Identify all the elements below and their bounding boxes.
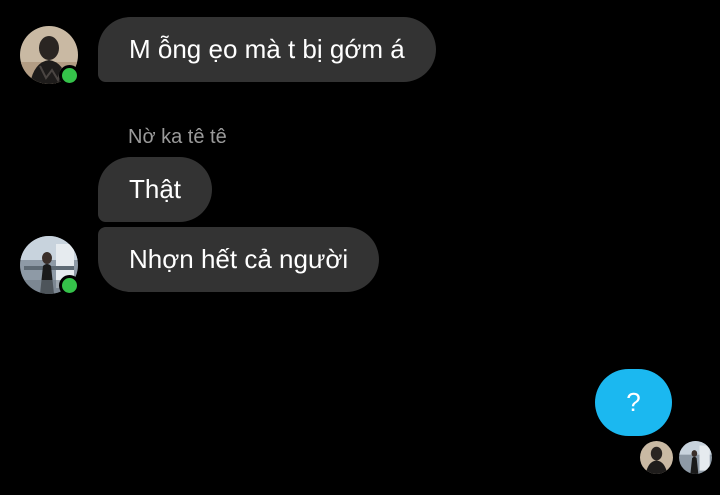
online-status-icon	[59, 65, 80, 86]
message-text: Thật	[129, 174, 182, 204]
message-text: M ỗng ẹo mà t bị gớm á	[129, 34, 405, 64]
online-status-icon	[59, 275, 80, 296]
seen-receipt-avatar-icon	[679, 441, 712, 474]
message-bubble[interactable]: M ỗng ẹo mà t bị gớm á	[98, 17, 436, 82]
message-bubble[interactable]: Nhợn hết cả người	[98, 227, 380, 292]
message-text: ?	[626, 387, 641, 417]
sender-1-avatar[interactable]	[20, 26, 80, 86]
message-bubble[interactable]: Thật	[98, 157, 213, 222]
sender-2-avatar[interactable]	[20, 236, 80, 296]
message-text: Nhợn hết cả người	[129, 244, 349, 274]
sender-name: Nờ ka tê tê	[128, 126, 227, 148]
outgoing-message-bubble[interactable]: ?	[595, 369, 672, 436]
seen-receipt-avatar-icon	[640, 441, 673, 474]
